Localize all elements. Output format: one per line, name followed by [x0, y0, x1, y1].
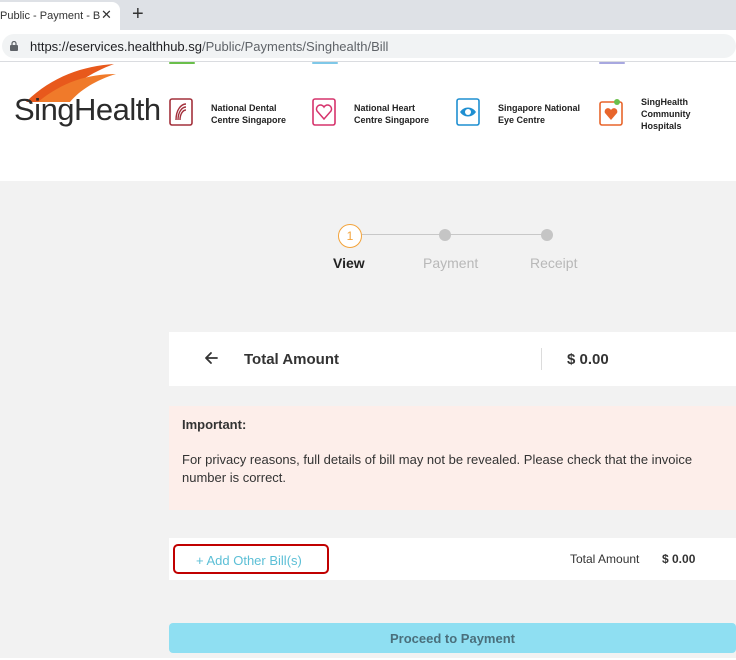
url-field[interactable]: https://eservices.healthhub.sg/Public/Pa…	[2, 34, 736, 58]
heart-centre-icon	[312, 98, 336, 126]
browser-tab-bar: Public - Payment - Bill ✕ +	[0, 0, 736, 30]
lock-icon	[10, 41, 18, 51]
bill-summary-row: + Add Other Bill(s) Total Amount $ 0.00	[169, 538, 736, 580]
payment-stepper: 1 View Payment Receipt	[330, 222, 590, 282]
step-3-dot	[541, 229, 553, 241]
institution-name: SingHealth Community Hospitals	[641, 97, 691, 131]
tab-title: Public - Payment - Bill	[0, 10, 100, 22]
url-host: https://eservices.healthhub.sg	[30, 39, 202, 54]
eye-centre-icon	[456, 98, 480, 126]
cropped-icon-violet	[599, 62, 625, 64]
new-tab-icon[interactable]: +	[132, 3, 144, 26]
cropped-icon-green	[169, 62, 195, 64]
address-bar: https://eservices.healthhub.sg/Public/Pa…	[0, 30, 736, 62]
step-label-payment: Payment	[423, 255, 479, 271]
cropped-icon-blue	[312, 62, 338, 64]
institution-name: Singapore National Eye Centre	[498, 103, 581, 125]
browser-tab[interactable]: Public - Payment - Bill ✕	[0, 2, 120, 30]
important-notice: Important: For privacy reasons, full det…	[169, 406, 736, 510]
institution-header: SingHealth National Dental Centre Singap…	[0, 62, 736, 181]
notice-message: For privacy reasons, full details of bil…	[182, 452, 693, 485]
total-amount-label: Total Amount	[244, 351, 339, 368]
institution-name: National Heart Centre Singapore	[354, 103, 430, 125]
dental-centre-icon	[169, 98, 193, 126]
step-connector	[448, 234, 548, 235]
notice-title: Important:	[182, 417, 247, 432]
close-tab-icon[interactable]: ✕	[101, 7, 112, 23]
proceed-to-payment-button[interactable]: Proceed to Payment	[169, 623, 736, 653]
url-text: https://eservices.healthhub.sg/Public/Pa…	[30, 39, 388, 54]
proceed-label: Proceed to Payment	[390, 631, 515, 646]
back-arrow-icon[interactable]	[203, 350, 219, 366]
step-1-active-circle: 1	[338, 224, 362, 248]
url-path: /Public/Payments/Singhealth/Bill	[202, 39, 389, 54]
add-other-bill-label: + Add Other Bill(s)	[196, 553, 302, 568]
row-total-label: Total Amount	[570, 552, 640, 566]
step-label-view: View	[333, 255, 365, 271]
community-hospitals-icon	[599, 99, 623, 126]
step-label-receipt: Receipt	[530, 255, 578, 271]
row-total-value: $ 0.00	[662, 552, 696, 566]
step-2-dot	[439, 229, 451, 241]
singhealth-wordmark: SingHealth	[14, 92, 161, 127]
institution-name: National Dental Centre Singapore	[211, 103, 287, 125]
divider	[541, 348, 542, 370]
add-other-bill-button[interactable]: + Add Other Bill(s)	[173, 544, 329, 574]
total-amount-value: $ 0.00	[567, 351, 609, 368]
total-amount-card: Total Amount $ 0.00	[169, 332, 736, 386]
singhealth-logo[interactable]: SingHealth	[12, 62, 162, 142]
step-connector	[362, 234, 448, 235]
